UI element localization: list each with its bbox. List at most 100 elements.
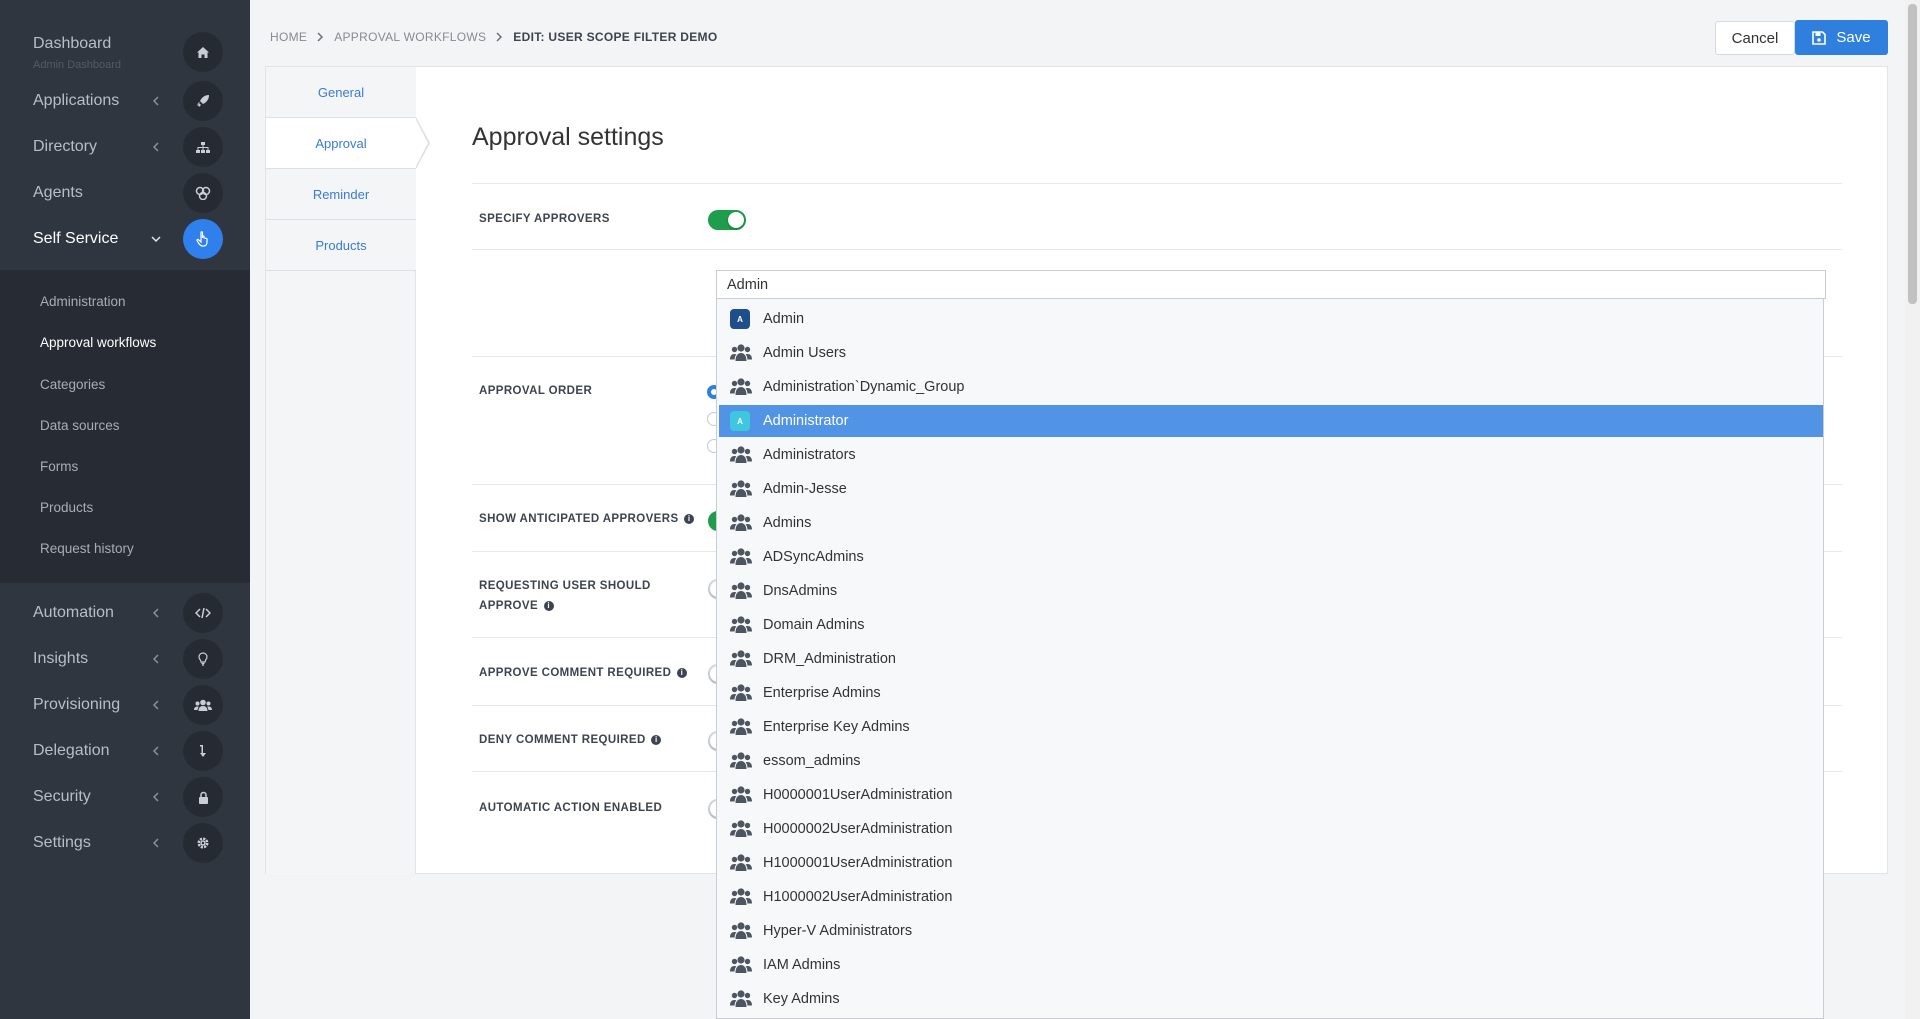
dropdown-option-label: Admin	[763, 311, 805, 327]
nav-delegation[interactable]: Delegation	[0, 728, 250, 774]
dropdown-option[interactable]: Enterprise Admins	[719, 677, 1823, 709]
dropdown-option-label: Administration`Dynamic_Group	[763, 379, 965, 395]
dropdown-option-label: Admin Users	[763, 345, 846, 361]
group-icon	[730, 683, 752, 703]
nav-label: Agents	[33, 184, 83, 201]
user-badge-icon: A	[730, 309, 752, 329]
nav-applications[interactable]: Applications	[0, 78, 250, 124]
info-icon: i	[684, 513, 695, 524]
cancel-button[interactable]: Cancel	[1715, 21, 1795, 55]
nav-label: Applications	[33, 92, 120, 109]
dropdown-option[interactable]: Administration`Dynamic_Group	[719, 371, 1823, 403]
tab-products[interactable]: Products	[266, 220, 416, 271]
submenu-request-history[interactable]: Request history	[40, 541, 134, 556]
tab-approval[interactable]: Approval	[266, 118, 416, 169]
dropdown-option-label: Admin-Jesse	[763, 481, 847, 497]
dropdown-option[interactable]: Admins	[719, 507, 1823, 539]
dropdown-option[interactable]: Hyper-V Administrators	[719, 915, 1823, 947]
dropdown-option[interactable]: Domain Admins	[719, 609, 1823, 641]
group-icon	[730, 581, 752, 601]
sitemap-icon	[183, 127, 223, 167]
submenu-products[interactable]: Products	[40, 500, 93, 515]
dropdown-option-label: Domain Admins	[763, 617, 865, 633]
approver-dropdown-list: A Admin Admin Users Administration`Dynamic_…	[716, 299, 1824, 1019]
approver-search-input[interactable]	[716, 270, 1826, 299]
group-icon	[730, 377, 752, 397]
nav-self-service[interactable]: Self Service	[0, 216, 250, 262]
delegation-icon	[183, 731, 223, 771]
chevron-left-icon	[152, 838, 159, 848]
breadcrumb-home[interactable]: HOME	[270, 30, 307, 44]
tab-reminder[interactable]: Reminder	[266, 169, 416, 220]
field-text: DENY COMMENT REQUIRED	[479, 734, 646, 746]
specify-approvers-label: SPECIFY APPROVERS	[479, 213, 610, 225]
group-icon	[730, 751, 752, 771]
dropdown-option[interactable]: ADSyncAdmins	[719, 541, 1823, 573]
sidebar: Dashboard Admin Dashboard Applications D…	[0, 0, 250, 1019]
dropdown-option[interactable]: Admin-Jesse	[719, 473, 1823, 505]
group-icon	[730, 343, 752, 363]
specify-approvers-toggle[interactable]	[708, 210, 746, 230]
group-icon	[730, 887, 752, 907]
chevron-right-icon	[317, 32, 324, 42]
dropdown-option[interactable]: IAM Admins	[719, 949, 1823, 981]
approve-comment-label: APPROVE COMMENT REQUIRED i	[479, 663, 687, 683]
nav-provisioning[interactable]: Provisioning	[0, 682, 250, 728]
scrollbar-thumb[interactable]	[1908, 4, 1917, 304]
breadcrumb: HOME APPROVAL WORKFLOWS EDIT: USER SCOPE…	[270, 30, 718, 44]
dropdown-option[interactable]: H0000001UserAdministration	[719, 779, 1823, 811]
toggle-knob	[728, 212, 744, 228]
nav-directory[interactable]: Directory	[0, 124, 250, 170]
chevron-left-icon	[152, 746, 159, 756]
chevron-right-icon	[496, 32, 503, 42]
dropdown-option[interactable]: Enterprise Key Admins	[719, 711, 1823, 743]
dropdown-option[interactable]: Key Admins	[719, 983, 1823, 1015]
dropdown-option[interactable]: H0000002UserAdministration	[719, 813, 1823, 845]
submenu-categories[interactable]: Categories	[40, 377, 105, 392]
field-text: SHOW ANTICIPATED APPROVERS	[479, 513, 679, 525]
nav-label: Security	[33, 788, 91, 805]
nav-security[interactable]: Security	[0, 774, 250, 820]
dropdown-option[interactable]: essom_admins	[719, 745, 1823, 777]
dropdown-option[interactable]: A Administrator	[719, 405, 1823, 437]
dropdown-option[interactable]: DRM_Administration	[719, 643, 1823, 675]
nav-label: Provisioning	[33, 696, 121, 713]
users-icon	[183, 685, 223, 725]
submenu-approval-workflows[interactable]: Approval workflows	[40, 335, 156, 350]
group-icon	[730, 921, 752, 941]
dropdown-option[interactable]: Administrators	[719, 439, 1823, 471]
section-title: Approval settings	[472, 123, 664, 151]
group-icon	[730, 513, 752, 533]
group-icon	[730, 853, 752, 873]
submenu-administration[interactable]: Administration	[40, 294, 126, 309]
tab-general[interactable]: General	[266, 67, 416, 118]
nav-insights[interactable]: Insights	[0, 636, 250, 682]
gear-icon	[183, 823, 223, 863]
group-icon	[730, 445, 752, 465]
page-scrollbar[interactable]	[1905, 0, 1920, 1019]
nav-dashboard[interactable]: Dashboard Admin Dashboard	[0, 29, 250, 75]
chevron-left-icon	[152, 654, 159, 664]
user-badge-icon: A	[730, 411, 752, 431]
dropdown-option[interactable]: H1000002UserAdministration	[719, 881, 1823, 913]
dropdown-option-label: Admins	[763, 515, 812, 531]
save-button[interactable]: Save	[1795, 20, 1888, 55]
dropdown-option[interactable]: DnsAdmins	[719, 575, 1823, 607]
dropdown-option-label: Enterprise Admins	[763, 685, 881, 701]
dropdown-option[interactable]: A Admin	[719, 303, 1823, 335]
group-icon	[730, 819, 752, 839]
nav-agents[interactable]: Agents	[0, 170, 250, 216]
dropdown-option[interactable]: H1000001UserAdministration	[719, 847, 1823, 879]
info-icon: i	[543, 600, 554, 611]
nav-settings[interactable]: Settings	[0, 820, 250, 866]
nav-label: Dashboard	[33, 35, 112, 52]
code-icon	[183, 593, 223, 633]
submenu-forms[interactable]: Forms	[40, 459, 78, 474]
chevron-left-icon	[152, 700, 159, 710]
chevron-down-icon	[151, 236, 161, 243]
automatic-action-label: AUTOMATIC ACTION ENABLED	[479, 802, 663, 814]
breadcrumb-approval-workflows[interactable]: APPROVAL WORKFLOWS	[334, 30, 486, 44]
dropdown-option[interactable]: Admin Users	[719, 337, 1823, 369]
submenu-data-sources[interactable]: Data sources	[40, 418, 120, 433]
nav-automation[interactable]: Automation	[0, 590, 250, 636]
